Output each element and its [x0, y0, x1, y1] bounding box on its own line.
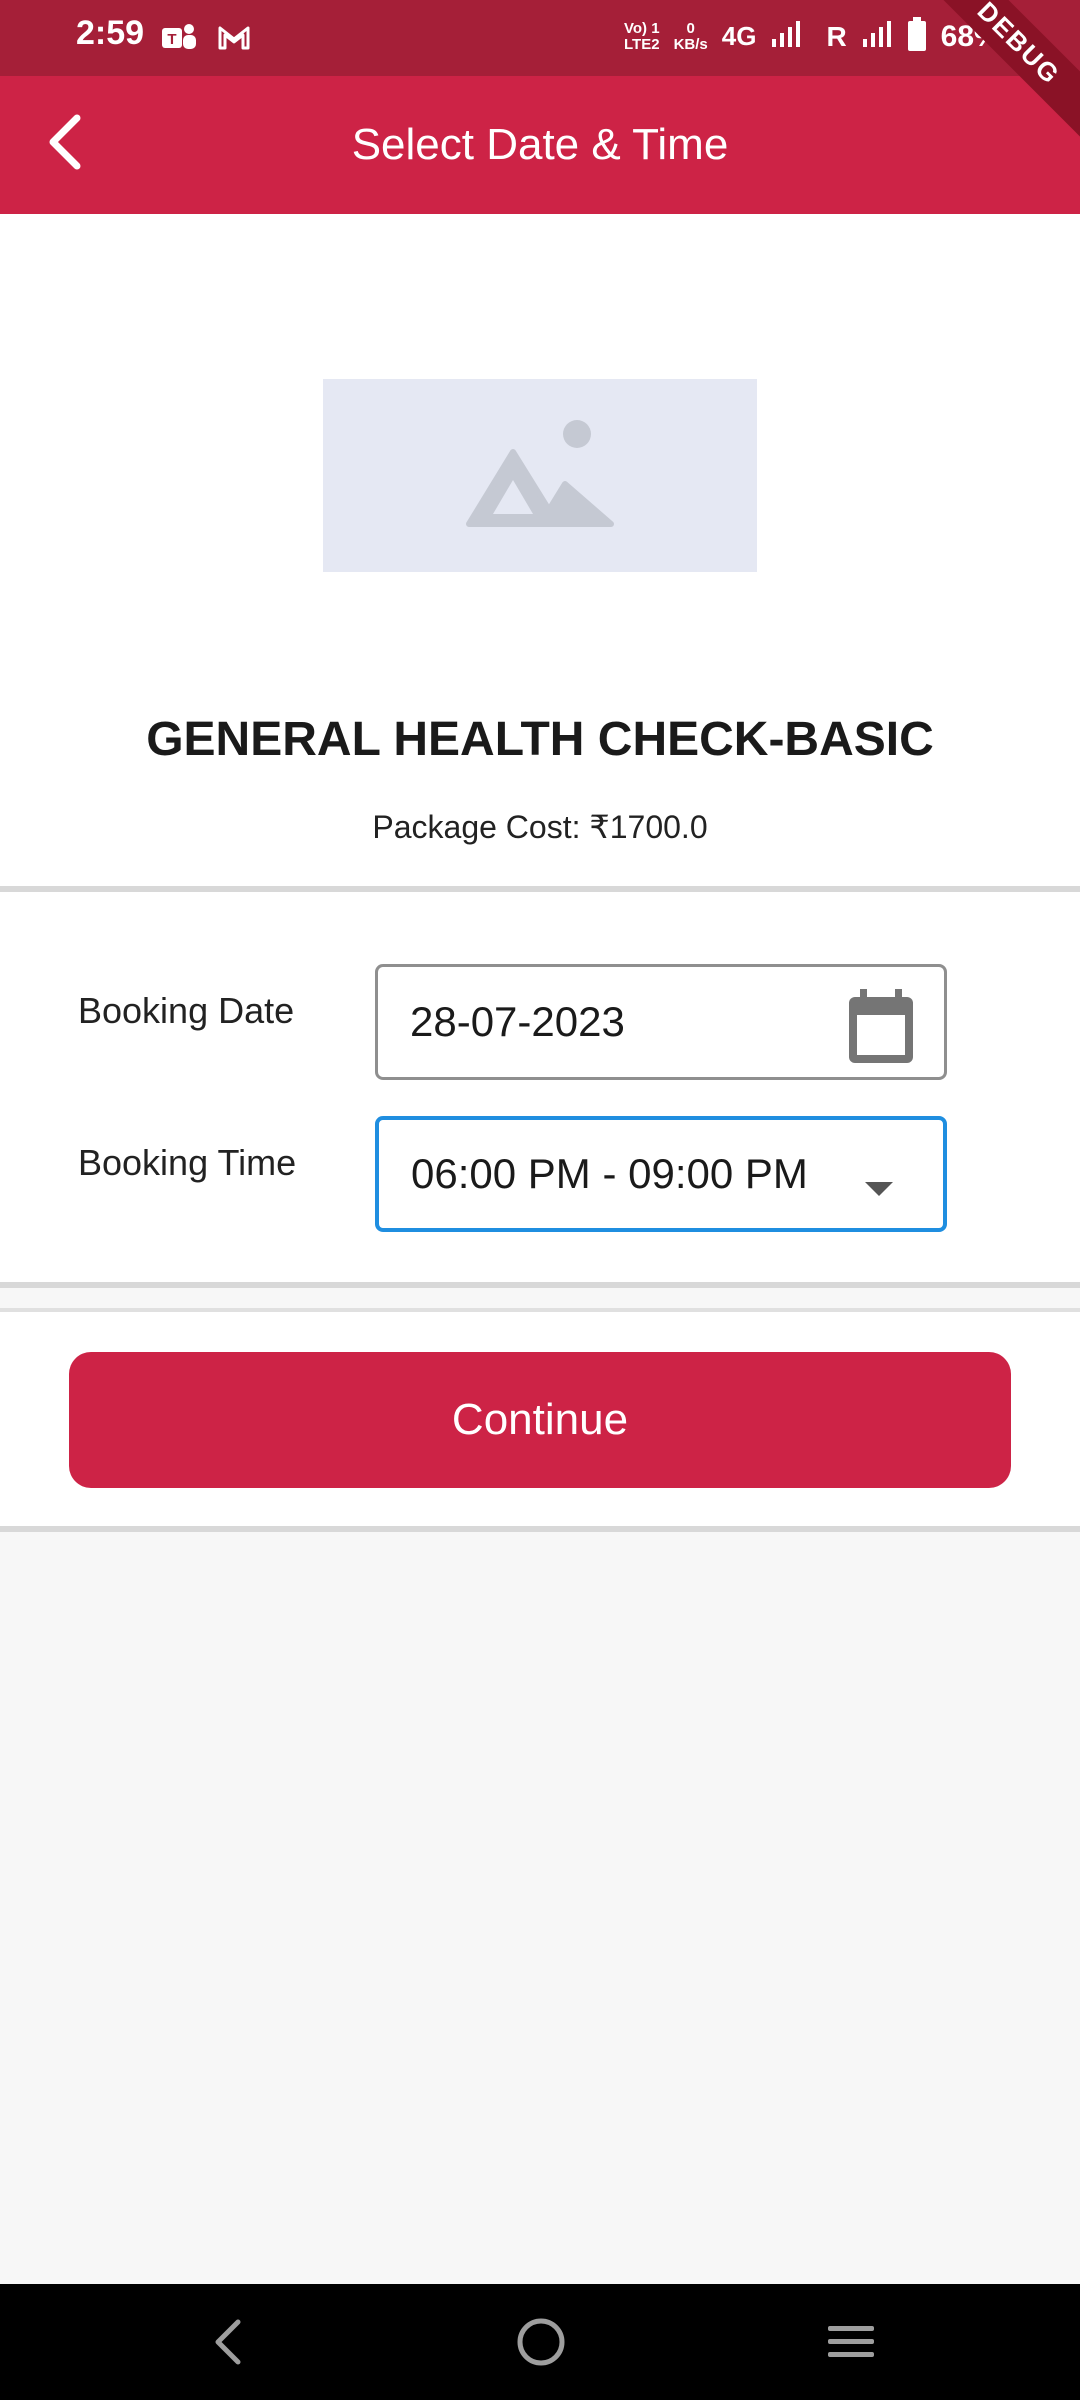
system-nav-bar — [0, 2284, 1080, 2400]
action-section: Continue — [0, 1308, 1080, 1532]
network-speed: 0 KB/s — [673, 19, 708, 53]
volte-indicator: Vo) 1 LTE2 — [624, 19, 660, 53]
app-bar: Select Date & Time — [0, 76, 1080, 214]
status-bar: 2:59 T Vo) 1 LTE2 0 KB/s 4G R 68% — [0, 0, 1080, 76]
network-type: 4G — [721, 21, 757, 51]
package-title: GENERAL HEALTH CHECK-BASIC — [146, 713, 934, 766]
status-time: 2:59 — [76, 14, 145, 52]
booking-time-value: 06:00 PM - 09:00 PM — [411, 1150, 808, 1197]
svg-text:T: T — [167, 31, 176, 48]
teams-icon: T — [160, 20, 198, 56]
nav-recents-icon[interactable] — [826, 2314, 876, 2375]
booking-time-dropdown[interactable]: 06:00 PM - 09:00 PM — [375, 1116, 947, 1232]
battery-icon — [907, 16, 927, 57]
dropdown-caret-icon — [865, 1182, 893, 1196]
booking-form: Booking Date 28-07-2023 Booking Time 06:… — [0, 892, 1080, 1288]
package-cost: Package Cost: ₹1700.0 — [372, 809, 708, 845]
continue-button[interactable]: Continue — [69, 1352, 1011, 1488]
nav-back-icon[interactable] — [210, 2314, 246, 2375]
booking-time-label: Booking Time — [78, 1142, 297, 1183]
gmail-icon — [216, 20, 252, 56]
package-section: GENERAL HEALTH CHECK-BASIC Package Cost:… — [0, 214, 1080, 892]
calendar-icon[interactable] — [846, 989, 916, 1070]
page-title: Select Date & Time — [351, 120, 729, 169]
booking-date-value: 28-07-2023 — [410, 998, 625, 1045]
booking-date-label: Booking Date — [78, 990, 295, 1031]
status-right: Vo) 1 LTE2 0 KB/s 4G R 68% — [624, 16, 1001, 57]
booking-date-field[interactable]: 28-07-2023 — [375, 964, 947, 1080]
image-placeholder-icon — [465, 418, 615, 533]
nav-home-icon[interactable] — [514, 2314, 568, 2375]
roaming-indicator: R — [826, 20, 847, 52]
signal-icon — [861, 19, 893, 54]
package-image — [323, 379, 757, 572]
signal-icon — [770, 19, 802, 54]
notification-icons: T — [160, 20, 252, 56]
